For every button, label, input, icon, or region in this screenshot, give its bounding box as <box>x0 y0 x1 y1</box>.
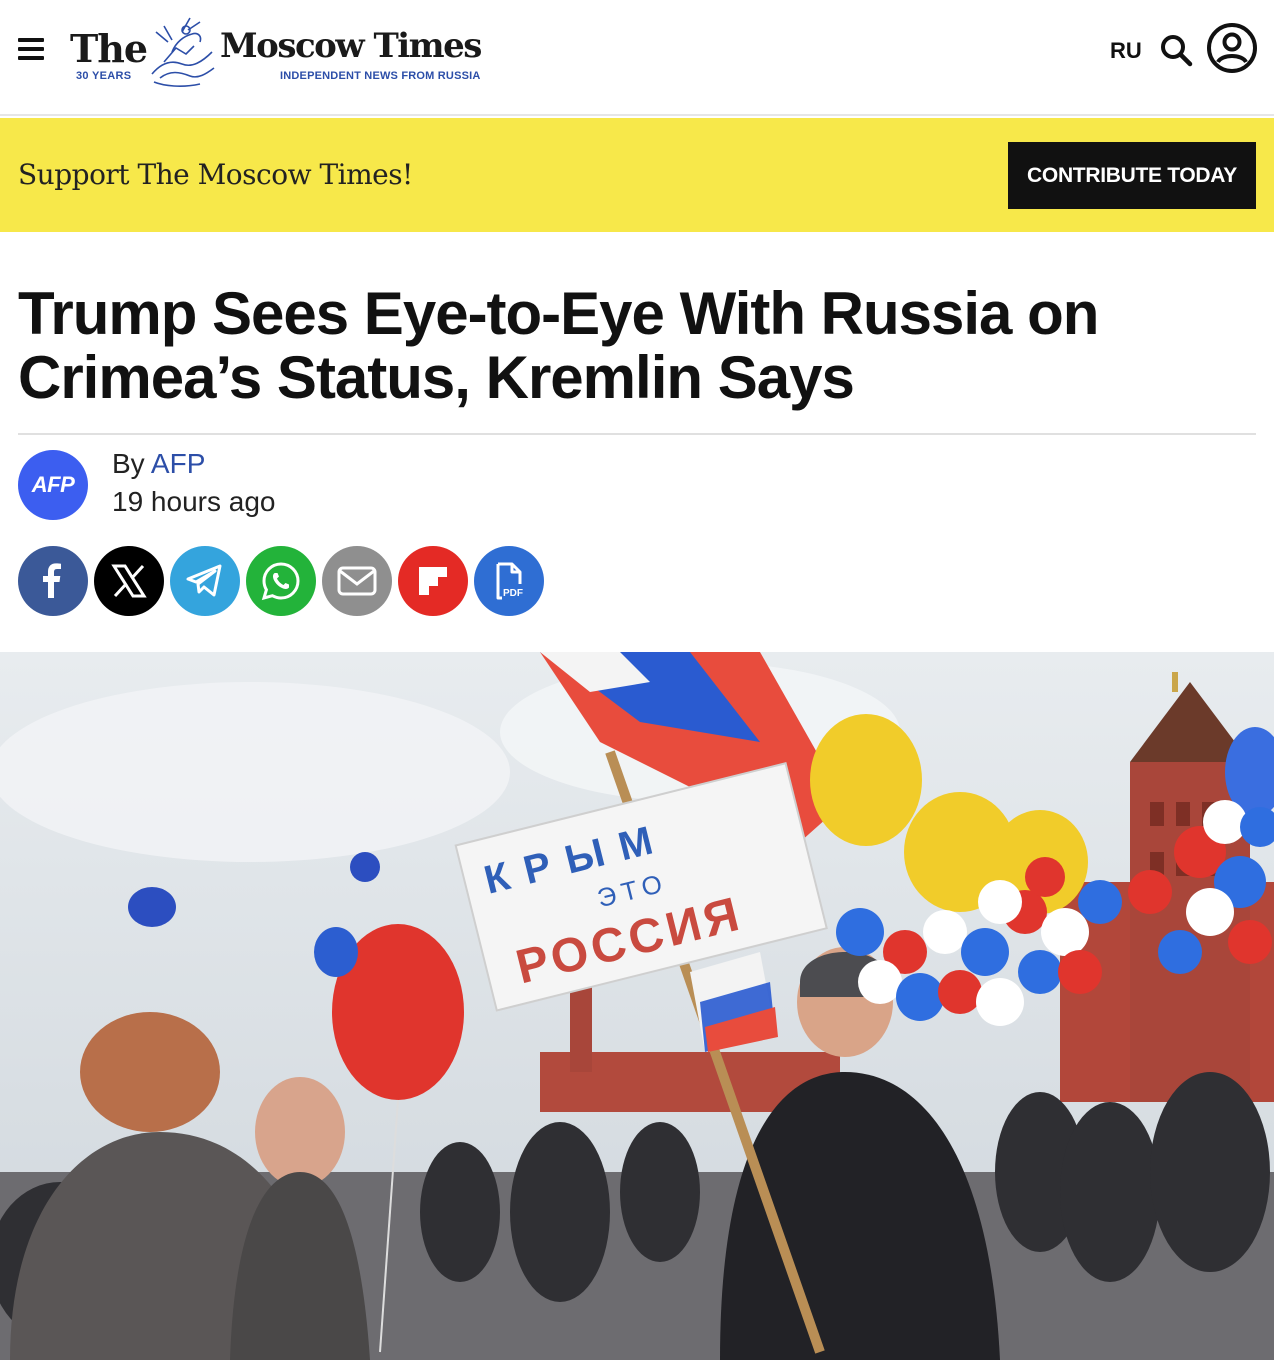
flipboard-icon <box>419 567 447 595</box>
logo-years-text: 30 YEARS <box>76 70 132 82</box>
article-hero-photo: КРЫМ ЭТО РОССИЯ <box>0 652 1274 1360</box>
logo-the-text: The <box>70 26 148 71</box>
byline-divider <box>18 433 1256 435</box>
byline-prefix: By <box>112 448 145 479</box>
svg-text:PDF: PDF <box>503 588 523 599</box>
share-facebook-button[interactable] <box>18 546 88 616</box>
download-pdf-button[interactable]: PDF <box>474 546 544 616</box>
author-avatar-text: AFP <box>31 472 75 497</box>
whatsapp-icon <box>261 562 300 601</box>
share-whatsapp-button[interactable] <box>246 546 316 616</box>
logo-tagline: INDEPENDENT NEWS FROM RUSSIA <box>280 70 481 82</box>
search-icon[interactable] <box>1158 32 1194 68</box>
language-switch-ru[interactable]: RU <box>1110 38 1142 64</box>
rally-photo-illustration: КРЫМ ЭТО РОССИЯ <box>0 652 1274 1360</box>
author-avatar[interactable]: AFP <box>18 450 88 520</box>
email-icon <box>337 566 377 596</box>
x-icon <box>111 564 147 598</box>
support-banner: Support The Moscow Times! CONTRIBUTE TOD… <box>0 118 1274 232</box>
share-telegram-button[interactable] <box>170 546 240 616</box>
contribute-button[interactable]: CONTRIBUTE TODAY <box>1008 142 1256 209</box>
logo-name-text: Moscow Times <box>220 26 482 66</box>
facebook-icon <box>43 563 61 598</box>
share-x-button[interactable] <box>94 546 164 616</box>
account-icon[interactable] <box>1206 22 1258 74</box>
byline: By AFP <box>112 448 205 480</box>
published-time: 19 hours ago <box>112 486 276 517</box>
menu-icon[interactable] <box>18 38 44 60</box>
site-logo[interactable]: The Moscow Times 30 YEARS INDEPENDENT NE… <box>70 12 482 94</box>
article-headline: Trump Sees Eye-to-Eye With Russia on Cri… <box>18 280 1099 411</box>
author-link[interactable]: AFP <box>151 448 205 479</box>
st-george-emblem-icon <box>151 17 215 87</box>
support-message: Support The Moscow Times! <box>18 158 413 191</box>
pdf-icon: PDF <box>496 562 523 600</box>
share-flipboard-button[interactable] <box>398 546 468 616</box>
share-email-button[interactable] <box>322 546 392 616</box>
telegram-icon <box>186 564 222 597</box>
site-header: The Moscow Times 30 YEARS INDEPENDENT NE… <box>0 0 1274 116</box>
